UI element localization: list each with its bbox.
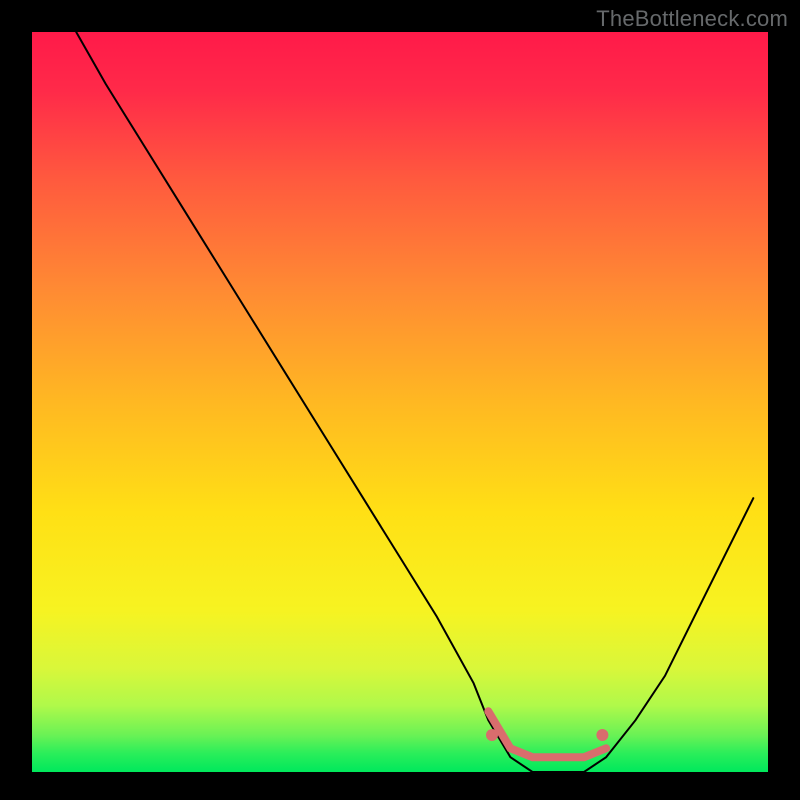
bottleneck-chart xyxy=(0,0,800,800)
highlight-endpoint-left xyxy=(486,729,498,741)
watermark-text: TheBottleneck.com xyxy=(596,6,788,32)
highlight-endpoint-right xyxy=(596,729,608,741)
chart-container: TheBottleneck.com xyxy=(0,0,800,800)
